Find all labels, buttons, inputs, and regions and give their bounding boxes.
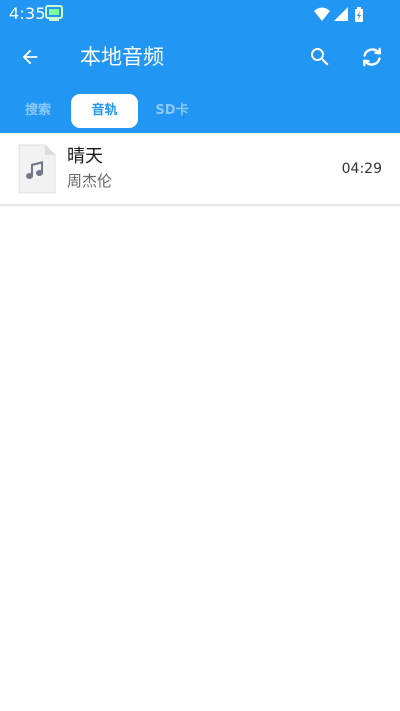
track-artist: 周杰伦 <box>67 172 113 190</box>
wifi-icon <box>314 7 330 21</box>
search-button[interactable] <box>300 37 340 77</box>
signal-icon <box>334 7 348 21</box>
tab-bar: 搜索 音轨 SD卡 <box>0 93 400 129</box>
status-icons <box>312 5 372 23</box>
page-title: 本地音频 <box>80 45 164 69</box>
arrow-back-icon <box>22 49 38 65</box>
app-bar: 本地音频 <box>0 28 400 86</box>
track-list: 晴天 周杰伦 04:29 <box>0 133 400 205</box>
battery-charging-icon <box>355 7 363 22</box>
refresh-icon <box>362 47 382 67</box>
tab-tracks[interactable]: 音轨 <box>71 94 138 128</box>
refresh-button[interactable] <box>352 37 392 77</box>
back-button[interactable] <box>10 37 50 77</box>
tv-app-icon <box>45 5 63 22</box>
tab-sd-card[interactable]: SD卡 <box>144 94 200 128</box>
track-title: 晴天 <box>67 146 103 167</box>
list-item[interactable]: 晴天 周杰伦 04:29 <box>0 133 400 205</box>
search-icon <box>311 48 329 66</box>
header: 4:35 本地音频 搜索 音轨 SD卡 <box>0 0 400 133</box>
status-bar: 4:35 <box>0 0 400 28</box>
status-time: 4:35 <box>9 4 46 23</box>
music-file-icon <box>18 144 56 194</box>
tab-search[interactable]: 搜索 <box>12 94 64 128</box>
track-duration: 04:29 <box>341 161 382 177</box>
